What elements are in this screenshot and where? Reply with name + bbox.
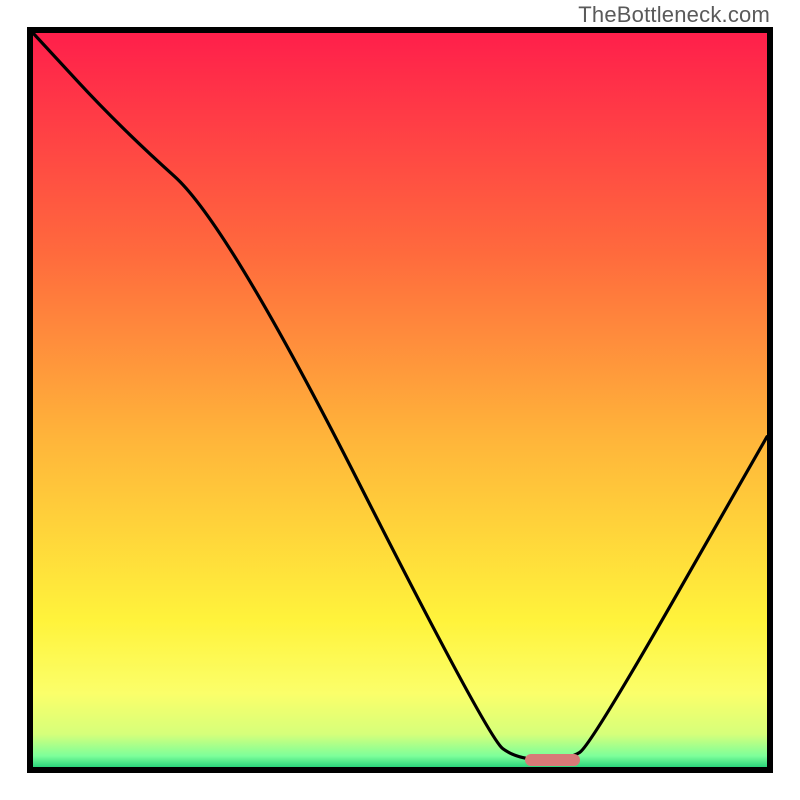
optimal-point-marker [525, 754, 580, 766]
plot-area [27, 27, 773, 773]
watermark-label: TheBottleneck.com [578, 2, 770, 28]
chart-frame: TheBottleneck.com [0, 0, 800, 800]
bottleneck-curve [33, 33, 767, 767]
